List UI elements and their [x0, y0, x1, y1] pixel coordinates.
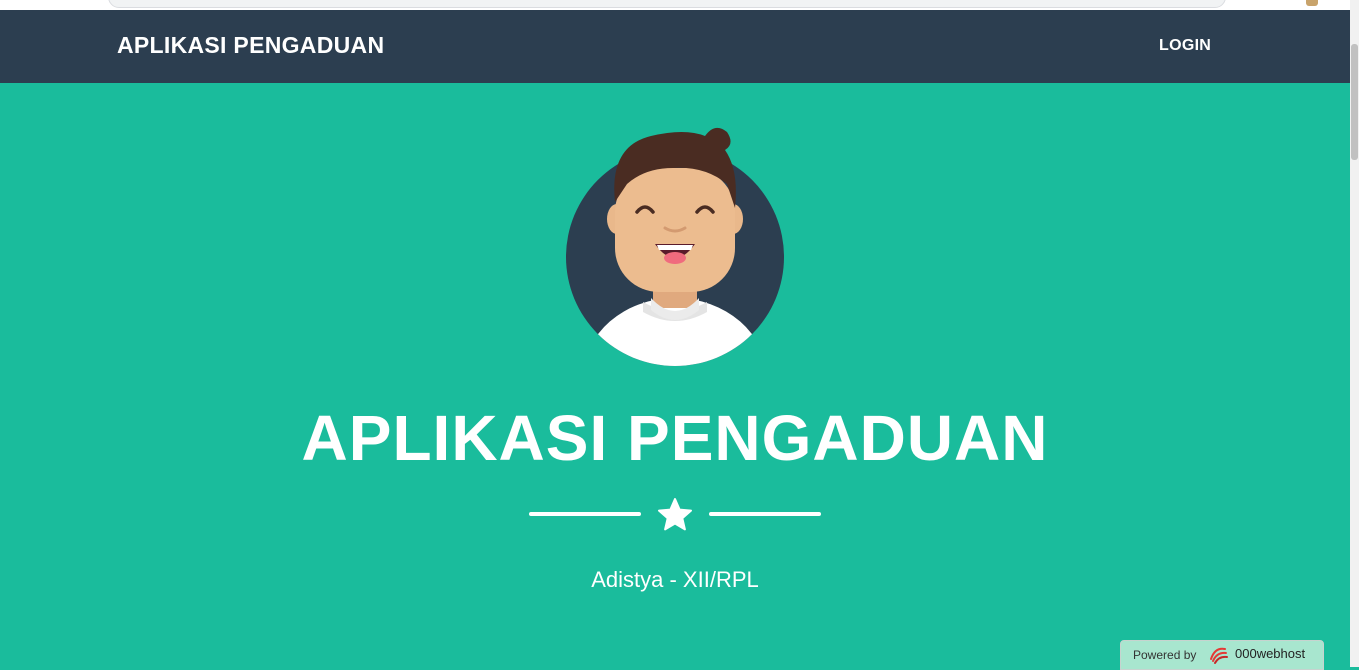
- navbar: APLIKASI PENGADUAN LOGIN: [0, 10, 1350, 83]
- hero-subtitle: Adistya - XII/RPL: [591, 567, 759, 592]
- star-divider: [0, 495, 1350, 535]
- browser-toolbar: [0, 0, 1350, 10]
- powered-by-badge[interactable]: Powered by 000webhost: [1120, 640, 1324, 670]
- address-bar[interactable]: [108, 0, 1226, 8]
- page-scrollbar[interactable]: [1350, 0, 1359, 667]
- hero-section: APLIKASI PENGADUAN Adistya - XII/RPL: [0, 83, 1350, 667]
- divider-line-left: [529, 512, 641, 516]
- star-icon: [658, 498, 692, 531]
- scrollbar-thumb[interactable]: [1351, 44, 1358, 160]
- divider-line-right: [709, 512, 821, 516]
- hero-title: APLIKASI PENGADUAN: [301, 402, 1049, 474]
- navbar-brand[interactable]: APLIKASI PENGADUAN: [117, 32, 384, 59]
- smiling-avatar-icon: [566, 127, 784, 366]
- login-link[interactable]: LOGIN: [1159, 37, 1211, 55]
- 000webhost-logo-icon: [1210, 647, 1228, 664]
- host-name: 000webhost: [1235, 646, 1306, 661]
- extension-icon[interactable]: [1306, 0, 1318, 6]
- powered-by-label: Powered by: [1133, 648, 1197, 662]
